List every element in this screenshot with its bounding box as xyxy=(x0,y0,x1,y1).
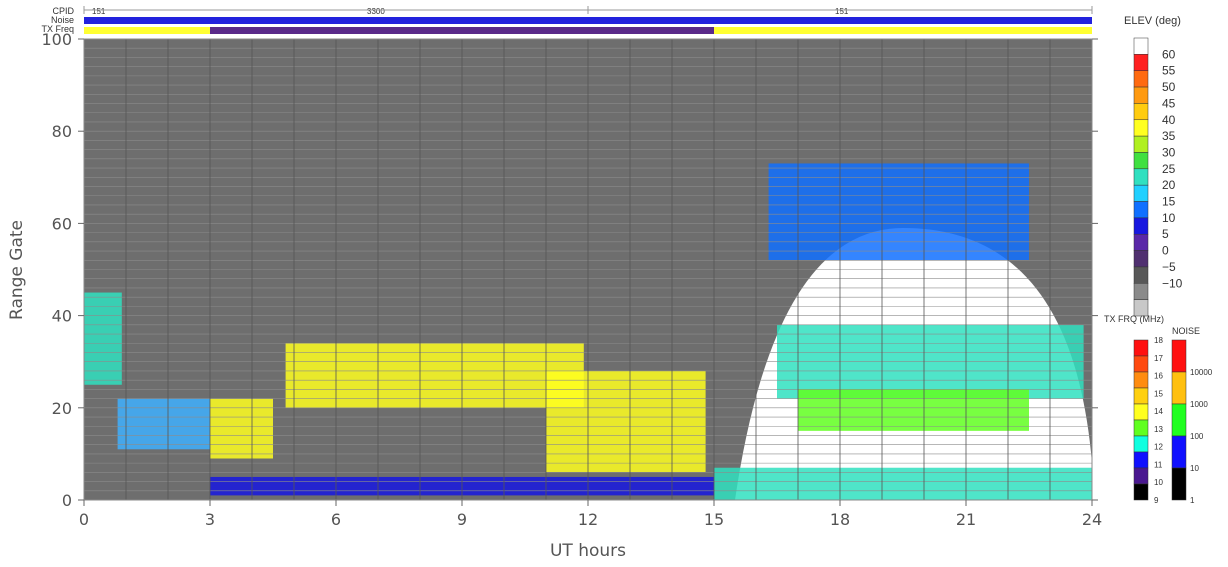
x-tick-label-8: 24 xyxy=(1082,510,1102,529)
cpid-segment-label-right: 151 xyxy=(835,7,849,16)
y-tick-label-4: 80 xyxy=(52,122,72,141)
elev-swatch-9 xyxy=(1133,184,1149,202)
cpid-mid-label: 3300 xyxy=(367,7,385,16)
noise-tick-label-0: 10000 xyxy=(1190,368,1213,377)
elev-tick-label-2: 50 xyxy=(1162,80,1176,94)
elev-swatch-6 xyxy=(1133,135,1149,153)
x-axis-label: UT hours xyxy=(550,541,626,561)
noise-colorbar-label: NOISE xyxy=(1172,326,1200,336)
elev-swatch-10 xyxy=(1133,201,1149,219)
txfreq-tick-label-4: 14 xyxy=(1154,407,1163,416)
txfreq-colorbar: TX FRQ (MHz) 18 17 16 15 14 13 12 11 10 9 xyxy=(1104,314,1164,505)
elev-swatch-11 xyxy=(1133,217,1149,235)
txfreq-segment-1 xyxy=(210,27,714,34)
noise-colorbar: NOISE 10000 1000 100 10 1 xyxy=(1171,326,1213,505)
x-tick-label-6: 18 xyxy=(830,510,850,529)
txfreq-tick-label-6: 12 xyxy=(1154,443,1163,452)
y-tick-label-2: 40 xyxy=(52,307,72,326)
txfreq-tick-label-7: 11 xyxy=(1154,460,1163,469)
elevation-colorbar-label: ELEV (deg) xyxy=(1124,15,1181,27)
txfreq-swatch-1 xyxy=(1133,355,1149,373)
txfreq-swatch-5 xyxy=(1133,419,1149,437)
txfreq-swatch-7 xyxy=(1133,451,1149,469)
data-band-3 xyxy=(546,370,706,473)
elev-tick-label-5: 35 xyxy=(1162,129,1176,143)
elev-tick-label-7: 25 xyxy=(1162,162,1176,176)
noise-swatch-3 xyxy=(1171,435,1187,469)
txfreq-swatch-9 xyxy=(1133,483,1149,501)
elev-tick-label-8: 20 xyxy=(1162,178,1176,192)
data-band-8 xyxy=(798,389,1029,431)
txfreq-segment-2 xyxy=(714,27,1092,34)
noise-tick-label-4: 1 xyxy=(1190,496,1195,505)
x-tick-label-4: 12 xyxy=(578,510,598,529)
elev-swatch-8 xyxy=(1133,168,1149,186)
noise-tick-label-3: 10 xyxy=(1190,464,1199,473)
elev-swatch-3 xyxy=(1133,86,1149,104)
txfreq-tick-label-8: 10 xyxy=(1154,478,1163,487)
txfreq-tick-label-9: 9 xyxy=(1154,496,1159,505)
data-band-10 xyxy=(768,163,1029,261)
y-axis-label: Range Gate xyxy=(7,220,27,320)
elev-swatch-13 xyxy=(1133,250,1149,268)
data-band-4 xyxy=(117,398,210,450)
elev-tick-label-6: 30 xyxy=(1162,145,1176,159)
txfreq-swatch-6 xyxy=(1133,435,1149,453)
header-strips: CPID Noise TX Freq 151 3300 151 xyxy=(41,6,1093,34)
elev-swatch-2 xyxy=(1133,70,1149,88)
x-tick-label-0: 0 xyxy=(79,510,89,529)
cpid-segment-label-left: 151 xyxy=(92,7,106,16)
elev-swatch-5 xyxy=(1133,119,1149,137)
elev-tick-label-9: 15 xyxy=(1162,195,1176,209)
txfreq-swatch-3 xyxy=(1133,387,1149,405)
elevation-colorbar: ELEV (deg) 605550454035302520151050−5−10 xyxy=(1124,15,1183,317)
y-tick-label-5: 100 xyxy=(41,30,72,49)
y-tick-label-1: 20 xyxy=(52,399,72,418)
noise-strip xyxy=(84,17,1092,24)
x-tick-label-7: 21 xyxy=(956,510,976,529)
x-tick-label-5: 15 xyxy=(704,510,724,529)
x-tick-label-3: 9 xyxy=(457,510,467,529)
elev-tick-label-13: −5 xyxy=(1162,260,1176,274)
txfreq-tick-label-3: 15 xyxy=(1154,389,1163,398)
noise-tick-label-2: 100 xyxy=(1190,432,1204,441)
txfreq-tick-label-2: 16 xyxy=(1154,372,1163,381)
noise-swatch-2 xyxy=(1171,403,1187,437)
txfreq-swatch-0 xyxy=(1133,339,1149,357)
noise-swatch-0 xyxy=(1171,339,1187,373)
elev-tick-label-14: −10 xyxy=(1162,276,1183,290)
elev-tick-label-4: 40 xyxy=(1162,113,1176,127)
txfreq-tick-label-1: 17 xyxy=(1154,354,1163,363)
txfreq-tick-label-5: 13 xyxy=(1154,425,1163,434)
elev-swatch-1 xyxy=(1133,54,1149,71)
y-tick-label-0: 0 xyxy=(62,491,72,510)
noise-swatch-1 xyxy=(1171,371,1187,405)
elev-tick-label-11: 5 xyxy=(1162,227,1169,241)
txfreq-swatch-8 xyxy=(1133,467,1149,485)
range-time-plot: CPID Noise TX Freq 151 3300 151 0 3 6 9 12 15… xyxy=(7,6,1213,561)
txfreq-swatch-4 xyxy=(1133,403,1149,421)
elev-swatch-4 xyxy=(1133,103,1149,121)
elev-swatch-15 xyxy=(1133,283,1149,300)
elev-tick-label-12: 0 xyxy=(1162,244,1169,258)
y-tick-label-3: 60 xyxy=(52,214,72,233)
elev-tick-label-1: 55 xyxy=(1162,64,1176,78)
elev-tick-label-0: 60 xyxy=(1162,47,1176,61)
elev-tick-label-3: 45 xyxy=(1162,96,1176,110)
x-tick-label-2: 6 xyxy=(331,510,341,529)
txfreq-segment-0 xyxy=(84,27,210,34)
txfreq-tick-label-0: 18 xyxy=(1154,336,1163,345)
elev-swatch-0 xyxy=(1133,37,1149,55)
elev-swatch-12 xyxy=(1133,233,1149,251)
elev-swatch-7 xyxy=(1133,152,1149,170)
noise-tick-label-1: 1000 xyxy=(1190,400,1208,409)
elev-tick-label-10: 10 xyxy=(1162,211,1176,225)
x-tick-label-1: 3 xyxy=(205,510,215,529)
txfreq-colorbar-label: TX FRQ (MHz) xyxy=(1104,314,1164,324)
txfreq-swatch-2 xyxy=(1133,371,1149,389)
x-axis-ticks: 0 3 6 9 12 15 18 21 24 xyxy=(79,500,1102,529)
noise-swatch-4 xyxy=(1171,467,1187,501)
data-band-1 xyxy=(285,343,584,408)
elev-swatch-14 xyxy=(1133,266,1149,284)
